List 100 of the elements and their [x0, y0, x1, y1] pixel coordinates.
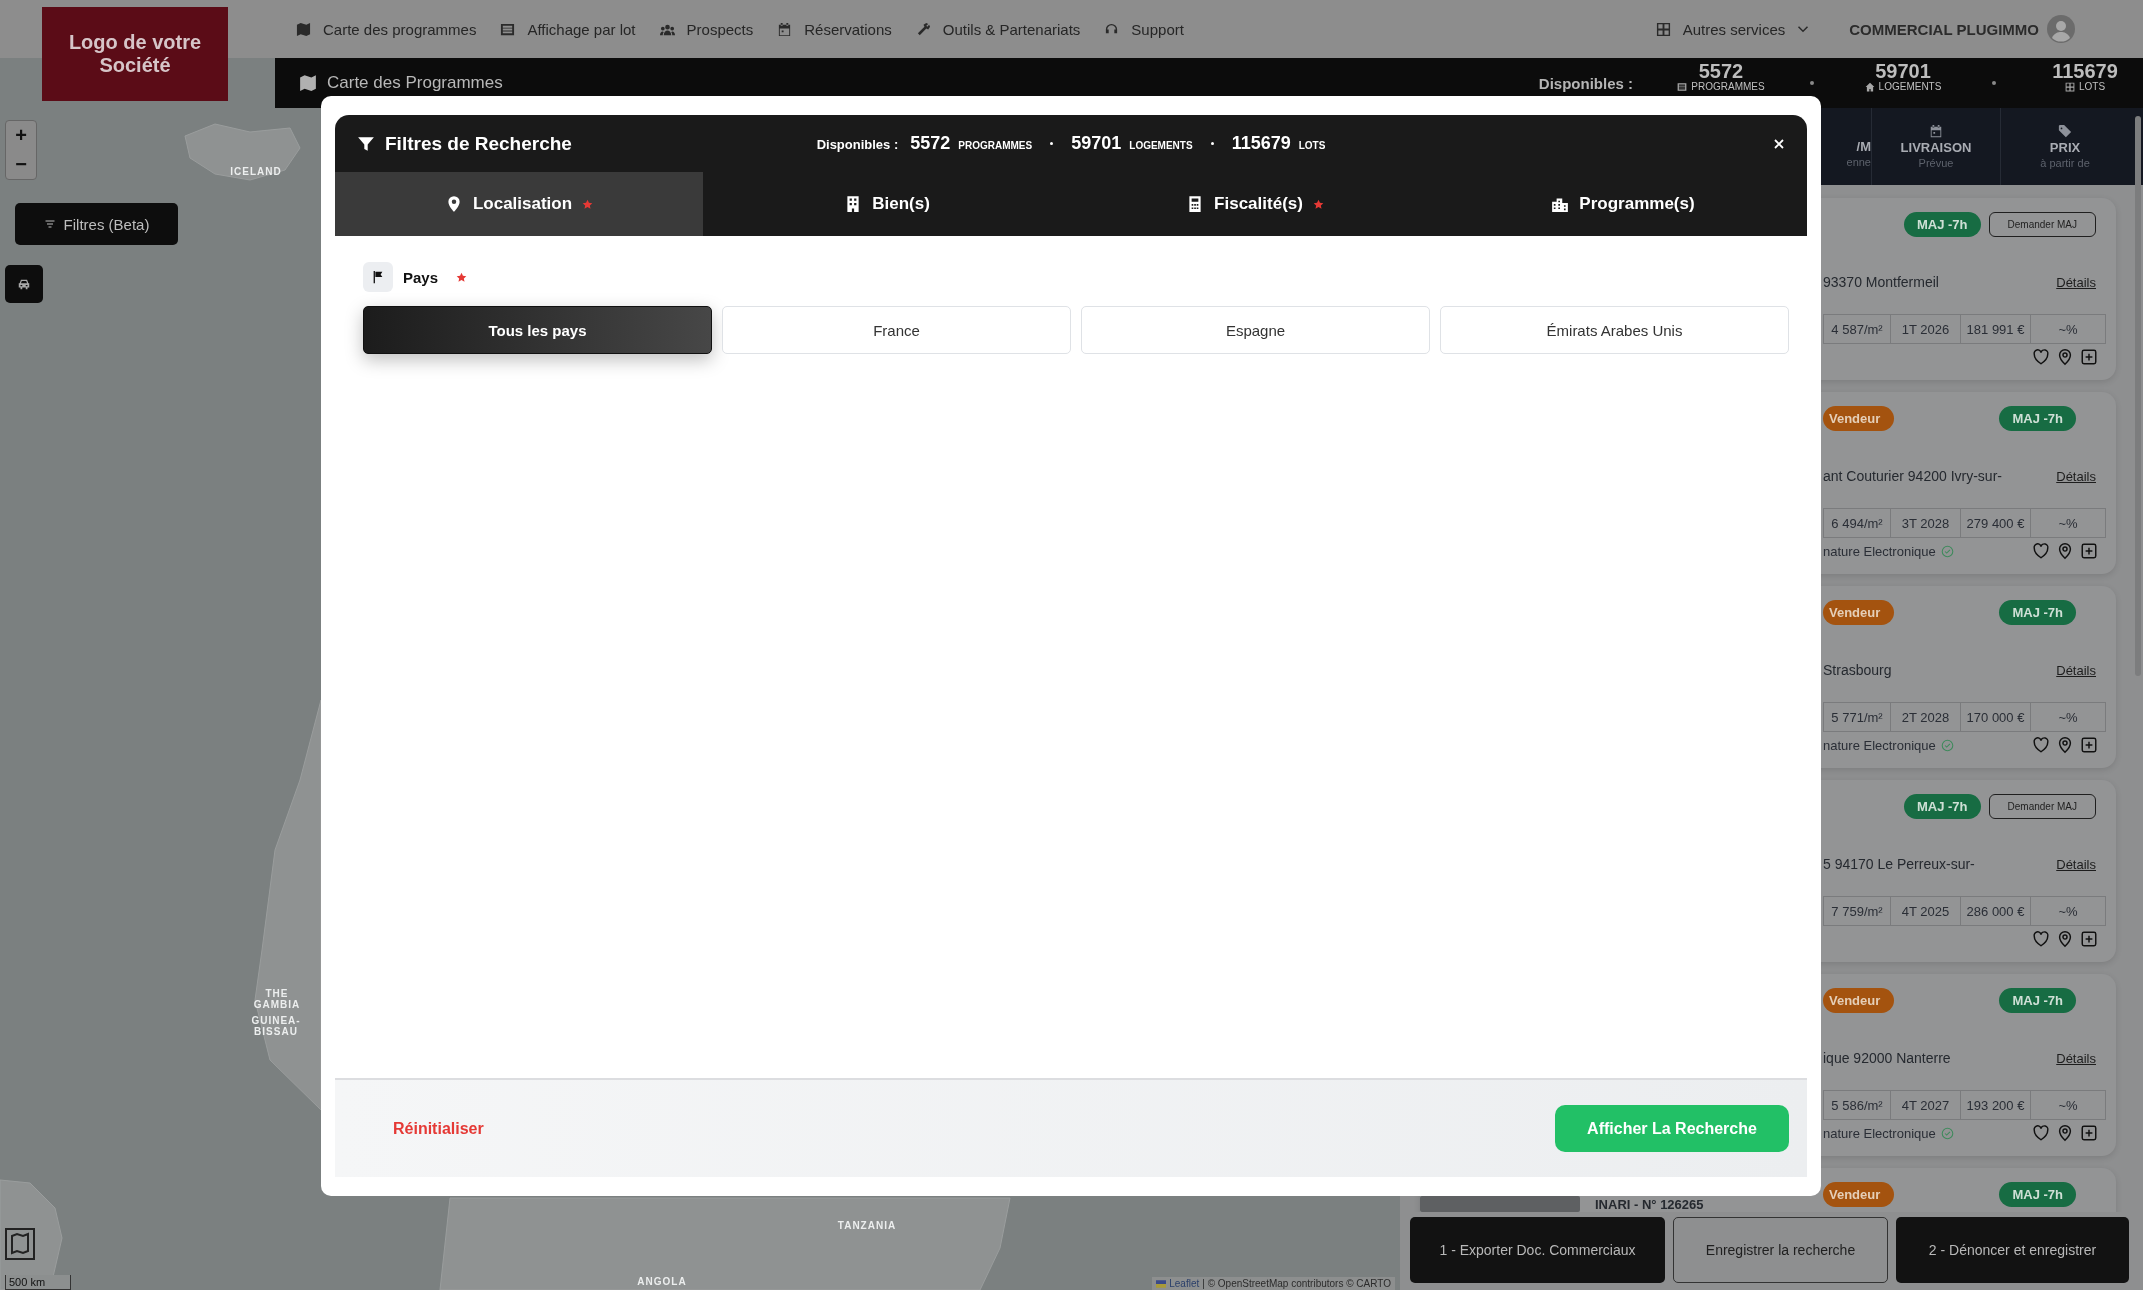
table-cell-text: 6 494/m² [1830, 514, 1884, 533]
company-logo[interactable]: Logo de votre Société [42, 7, 228, 101]
page-title: Carte des Programmes [327, 73, 503, 93]
action-button[interactable]: Enregistrer la recherche [1673, 1217, 1888, 1283]
action-button[interactable]: 2 - Dénoncer et enregistrer [1896, 1217, 2129, 1283]
stat-value: 5572 [910, 133, 951, 154]
country-option[interactable]: France [722, 306, 1071, 354]
table-icon [1677, 82, 1688, 92]
vendor-tag: Vendeur [1823, 599, 1895, 625]
car-icon [17, 277, 31, 291]
car-button[interactable] [5, 265, 43, 303]
reset-link[interactable]: Réinitialiser [393, 1119, 484, 1138]
stat-unit: LOGEMENTS [1878, 81, 1942, 93]
details-link[interactable]: Détails [2056, 662, 2096, 678]
heart-icon[interactable] [2032, 542, 2050, 560]
column-subtitle: enne [1846, 156, 1871, 168]
flag-icon [1156, 1278, 1167, 1289]
signature-status: nature Electronique [1823, 1125, 1936, 1141]
table-cell: ~% [2030, 315, 2105, 343]
stat-value: 59701 [1875, 61, 1931, 81]
details-link[interactable]: Détails [2056, 468, 2096, 484]
home-icon [1864, 82, 1875, 92]
map-scale: 500 km [5, 1275, 71, 1290]
column-title[interactable]: PRIX [2049, 140, 2081, 155]
add-icon[interactable] [2080, 348, 2098, 366]
buildings-icon [1551, 195, 1570, 213]
map-pin-icon[interactable] [2056, 348, 2074, 366]
column-title[interactable]: LIVRAISON [1900, 140, 1972, 155]
filter-tab[interactable]: Localisation [335, 172, 703, 236]
zoom-in-button[interactable]: + [6, 121, 36, 150]
add-icon[interactable] [2080, 1124, 2098, 1142]
separator-dot [1050, 142, 1054, 145]
program-address: ique 92000 Nanterre [1823, 1050, 1952, 1066]
stat-value: 5572 [1698, 61, 1744, 81]
table-cell-text: 7 759/m² [1830, 902, 1884, 921]
attribution-text: | © OpenStreetMap contributors © CARTO [1202, 1278, 1391, 1289]
update-badge: MAJ -7h [1999, 1181, 2076, 1207]
details-link[interactable]: Détails [2056, 1050, 2096, 1066]
map-icon [296, 21, 311, 37]
stat-unit: LOTS [2078, 81, 2106, 93]
table-cell: ~% [2030, 509, 2105, 537]
services-menu[interactable]: Autres services [1655, 20, 1810, 38]
check-circle-icon [1940, 738, 1954, 752]
dialog-title: Filtres de Recherche [385, 132, 572, 155]
separator-dot [1992, 81, 1996, 85]
map-pin-icon[interactable] [2056, 1124, 2074, 1142]
zoom-out-button[interactable]: − [6, 150, 36, 179]
map-pin-icon[interactable] [2056, 930, 2074, 948]
add-icon[interactable] [2080, 930, 2098, 948]
request-update-button[interactable]: Demander MAJ [1988, 793, 2096, 819]
map-layers-icon[interactable] [5, 1228, 35, 1260]
country-option[interactable]: Espagne [1081, 306, 1430, 354]
map-pin-icon[interactable] [2056, 736, 2074, 754]
update-badge: MAJ -7h [1999, 987, 2076, 1013]
add-icon[interactable] [2080, 736, 2098, 754]
table-cell: 3T 2028 [1890, 509, 1960, 537]
nav-link[interactable]: Outils & Partenariats [915, 20, 1081, 38]
update-badge: MAJ -7h [1999, 599, 2076, 625]
nav-link[interactable]: Réservations [777, 20, 892, 38]
stat-unit: PROGRAMMES [1691, 81, 1765, 93]
attribution-link[interactable]: Leaflet [1169, 1278, 1200, 1289]
table-icon [500, 21, 516, 37]
column-subtitle: à partir de [2040, 157, 2090, 169]
details-link[interactable]: Détails [2056, 856, 2096, 872]
stat-unit: LOGEMENTS [1129, 140, 1193, 151]
field-label: Pays [403, 268, 439, 286]
country-option[interactable]: Tous les pays [363, 306, 712, 354]
nav-link[interactable]: Carte des programmes [296, 20, 477, 38]
heart-icon[interactable] [2032, 348, 2050, 366]
vendor-tag: Vendeur [1823, 987, 1895, 1013]
heart-icon[interactable] [2032, 1124, 2050, 1142]
update-badge: MAJ -7h [1903, 211, 1981, 237]
flag-icon [363, 262, 393, 292]
close-icon[interactable] [1773, 137, 1785, 150]
program-address: 5 94170 Le Perreux-sur- [1823, 856, 1976, 872]
calendar-icon [777, 21, 793, 37]
scrollbar[interactable] [2135, 116, 2141, 676]
table-cell: 181 991 € [1960, 315, 2030, 343]
vendor-tag: Vendeur [1823, 1181, 1895, 1207]
country-option[interactable]: Émirats Arabes Unis [1440, 306, 1789, 354]
heart-icon[interactable] [2032, 736, 2050, 754]
stat-unit: LOTS [1298, 140, 1326, 151]
nav-link[interactable]: Support [1104, 20, 1184, 38]
table-cell-text: 4 587/m² [1830, 320, 1884, 339]
nav-link[interactable]: Prospects [659, 20, 754, 38]
map-label: GUINEA-BISSAU [250, 1015, 302, 1037]
update-badge: MAJ -7h [1999, 405, 2076, 431]
add-icon[interactable] [2080, 542, 2098, 560]
filter-button[interactable]: Filtres (Beta) [15, 203, 178, 245]
map-pin-icon[interactable] [2056, 542, 2074, 560]
details-link[interactable]: Détails [2056, 274, 2096, 290]
map-label: TANZANIA [836, 1220, 898, 1231]
table-cell: 4T 2025 [1890, 897, 1960, 925]
map-icon [299, 74, 317, 92]
nav-link[interactable]: Affichage par lot [500, 20, 636, 38]
request-update-button[interactable]: Demander MAJ [1988, 211, 2096, 237]
action-button[interactable]: 1 - Exporter Doc. Commerciaux [1410, 1217, 1665, 1283]
column-title[interactable]: /M [1856, 139, 1871, 154]
grid-icon [1655, 21, 1671, 37]
heart-icon[interactable] [2032, 930, 2050, 948]
